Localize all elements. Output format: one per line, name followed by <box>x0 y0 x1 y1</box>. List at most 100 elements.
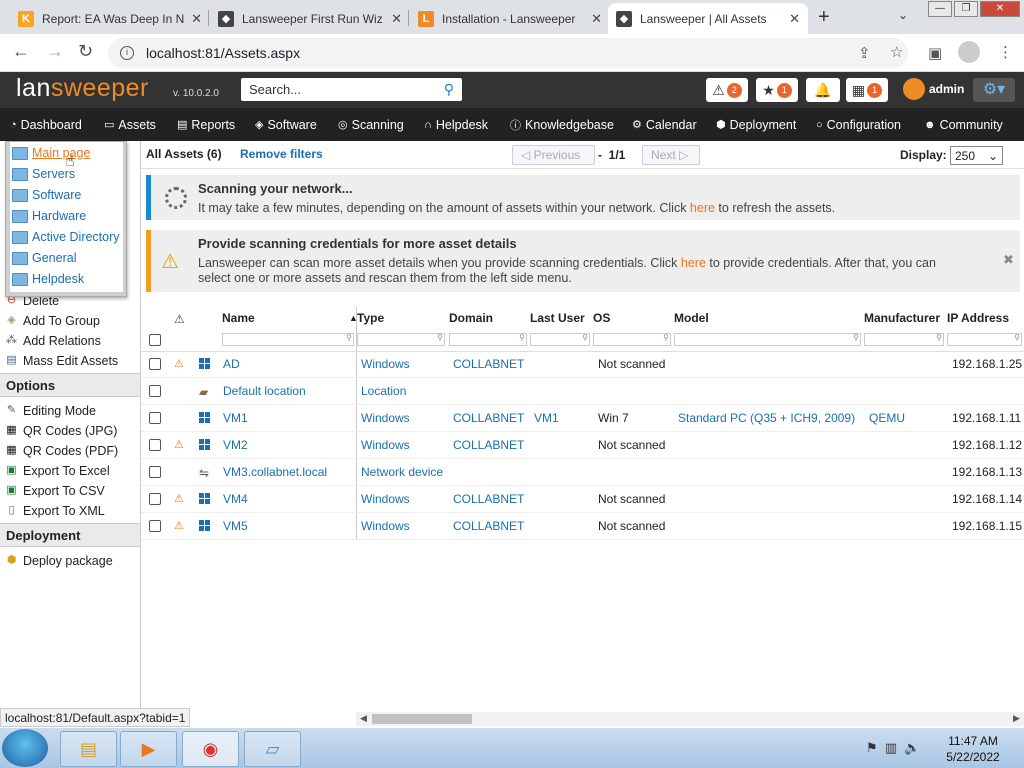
reload-icon[interactable]: ↻ <box>78 41 93 62</box>
cell-manufacturer[interactable]: QEMU <box>869 411 905 425</box>
cell-type[interactable]: Location <box>361 384 406 398</box>
network-icon[interactable]: ▥ <box>885 740 897 755</box>
cell-name[interactable]: VM5 <box>223 519 248 533</box>
notifications-button[interactable]: 🔔 <box>806 78 840 102</box>
sidebar-export-excel[interactable]: ▣ Export To Excel <box>4 463 109 478</box>
nav-calendar[interactable]: ⚙ Calendar <box>632 108 697 141</box>
notepad-icon[interactable]: ▱ <box>244 731 301 767</box>
sidebar-export-xml[interactable]: ▯ Export To XML <box>4 503 104 518</box>
sidebar-qr-pdf[interactable]: ▦ QR Codes (PDF) <box>4 443 118 458</box>
browser-tab-3[interactable]: L Installation - Lansweeper ✕ <box>410 3 610 34</box>
favorites-button[interactable]: ★ 1 <box>756 78 798 102</box>
menu-helpdesk[interactable]: Helpdesk <box>12 272 84 286</box>
column-domain[interactable]: Domain <box>449 311 493 325</box>
credentials-here-link[interactable]: here <box>681 256 706 270</box>
nav-assets[interactable]: ▭ Assets <box>104 108 156 141</box>
close-window-button[interactable]: ✕ <box>980 1 1020 17</box>
menu-software[interactable]: Software <box>12 188 81 202</box>
previous-page-button[interactable]: ◁ Previous <box>512 145 595 165</box>
cell-name[interactable]: VM2 <box>223 438 248 452</box>
type-filter-input[interactable]: ⚲ <box>357 333 445 346</box>
cell-type[interactable]: Windows <box>361 492 410 506</box>
domain-filter-input[interactable]: ⚲ <box>449 333 527 346</box>
minimize-button[interactable]: — <box>928 1 952 17</box>
row-checkbox[interactable] <box>149 520 161 532</box>
display-count-select[interactable]: 250 ⌄ <box>950 146 1003 165</box>
close-tab-icon[interactable]: ✕ <box>789 11 800 27</box>
cell-domain[interactable]: COLLABNET <box>453 357 524 371</box>
menu-hardware[interactable]: Hardware <box>12 209 86 223</box>
cell-name[interactable]: VM1 <box>223 411 248 425</box>
profile-avatar[interactable] <box>958 41 980 63</box>
warning-icon[interactable]: ⚠ <box>174 492 184 505</box>
cell-domain[interactable]: COLLABNET <box>453 438 524 452</box>
close-icon[interactable]: ✖ <box>1003 252 1014 268</box>
cell-name[interactable]: VM3.collabnet.local <box>223 465 327 479</box>
forward-arrow-icon[interactable]: → <box>46 41 64 62</box>
table-row[interactable] <box>141 486 1024 513</box>
sidebar-editing-mode[interactable]: ✎ Editing Mode <box>4 403 96 418</box>
media-player-icon[interactable]: ▶ <box>120 731 177 767</box>
cell-type[interactable]: Network device <box>361 465 443 479</box>
nav-software[interactable]: ◈ Software <box>255 108 317 141</box>
column-last-user[interactable]: Last User <box>530 311 585 325</box>
sidebar-mass-edit[interactable]: ▤ Mass Edit Assets <box>4 353 118 368</box>
last-user-filter-input[interactable]: ⚲ <box>530 333 590 346</box>
manufacturer-filter-input[interactable]: ⚲ <box>864 333 944 346</box>
clock[interactable]: 11:47 AM 5/22/2022 <box>940 733 1006 765</box>
browser-tab-4-active[interactable]: ◆ Lansweeper | All Assets ✕ <box>608 3 808 34</box>
model-filter-input[interactable]: ⚲ <box>674 333 861 346</box>
sidebar-add-to-group[interactable]: ◈ Add To Group <box>4 313 100 328</box>
scroll-right-icon[interactable]: ▶ <box>1013 713 1020 724</box>
nav-helpdesk[interactable]: ∩ Helpdesk <box>424 108 488 141</box>
name-filter-input[interactable]: ⚲ <box>222 333 354 346</box>
row-checkbox[interactable] <box>149 358 161 370</box>
column-name[interactable]: Name <box>222 311 255 325</box>
nav-scanning[interactable]: ◎ Scanning <box>338 108 404 141</box>
browser-tab-1[interactable]: K Report: EA Was Deep In N ✕ <box>10 3 210 34</box>
sidebar-qr-jpg[interactable]: ▦ QR Codes (JPG) <box>4 423 117 438</box>
search-input[interactable]: Search... ⚲ <box>241 78 462 101</box>
maximize-button[interactable]: ❐ <box>954 1 978 17</box>
scroll-left-icon[interactable]: ◀ <box>360 713 367 724</box>
cell-name[interactable]: VM4 <box>223 492 248 506</box>
select-all-checkbox[interactable] <box>149 334 161 346</box>
chrome-icon[interactable]: ◉ <box>182 731 239 767</box>
cell-name[interactable]: Default location <box>223 384 306 398</box>
flag-icon[interactable]: ⚑ <box>866 740 878 755</box>
file-explorer-icon[interactable]: ▤ <box>60 731 117 767</box>
cell-type[interactable]: Windows <box>361 519 410 533</box>
cell-domain[interactable]: COLLABNET <box>453 411 524 425</box>
search-icon[interactable]: ⚲ <box>444 81 454 98</box>
column-model[interactable]: Model <box>674 311 709 325</box>
nav-configuration[interactable]: ○ Configuration <box>816 108 901 141</box>
menu-general[interactable]: General <box>12 251 76 265</box>
cell-type[interactable]: Windows <box>361 357 410 371</box>
calendar-button[interactable]: ▦ 1 <box>846 78 888 102</box>
os-filter-input[interactable]: ⚲ <box>593 333 671 346</box>
sidebar-add-relations[interactable]: ⁂ Add Relations <box>4 333 101 348</box>
close-tab-icon[interactable]: ✕ <box>191 11 202 27</box>
column-type[interactable]: Type <box>357 311 384 325</box>
nav-knowledgebase[interactable]: ⓘ Knowledgebase <box>510 108 614 141</box>
ip-filter-input[interactable]: ⚲ <box>947 333 1022 346</box>
new-tab-icon[interactable]: + <box>818 6 830 29</box>
table-row[interactable] <box>141 351 1024 378</box>
column-os[interactable]: OS <box>593 311 610 325</box>
back-arrow-icon[interactable]: ← <box>12 41 30 62</box>
warning-icon[interactable]: ⚠ <box>174 438 184 451</box>
url-field[interactable]: i localhost:81/Assets.aspx <box>108 38 908 68</box>
nav-reports[interactable]: ▤ Reports <box>177 108 235 141</box>
row-checkbox[interactable] <box>149 439 161 451</box>
column-manufacturer[interactable]: Manufacturer <box>864 311 940 325</box>
warning-icon[interactable]: ⚠ <box>174 357 184 370</box>
browser-tab-2[interactable]: ◆ Lansweeper First Run Wiz ✕ <box>210 3 410 34</box>
cell-type[interactable]: Windows <box>361 411 410 425</box>
tab-search-chevron-icon[interactable]: ⌄ <box>898 8 908 22</box>
scrollbar-thumb[interactable] <box>372 714 472 724</box>
table-row[interactable] <box>141 432 1024 459</box>
row-checkbox[interactable] <box>149 385 161 397</box>
cell-user[interactable]: VM1 <box>534 411 559 425</box>
menu-main-page[interactable]: Main page <box>12 146 90 160</box>
close-tab-icon[interactable]: ✕ <box>391 11 402 27</box>
